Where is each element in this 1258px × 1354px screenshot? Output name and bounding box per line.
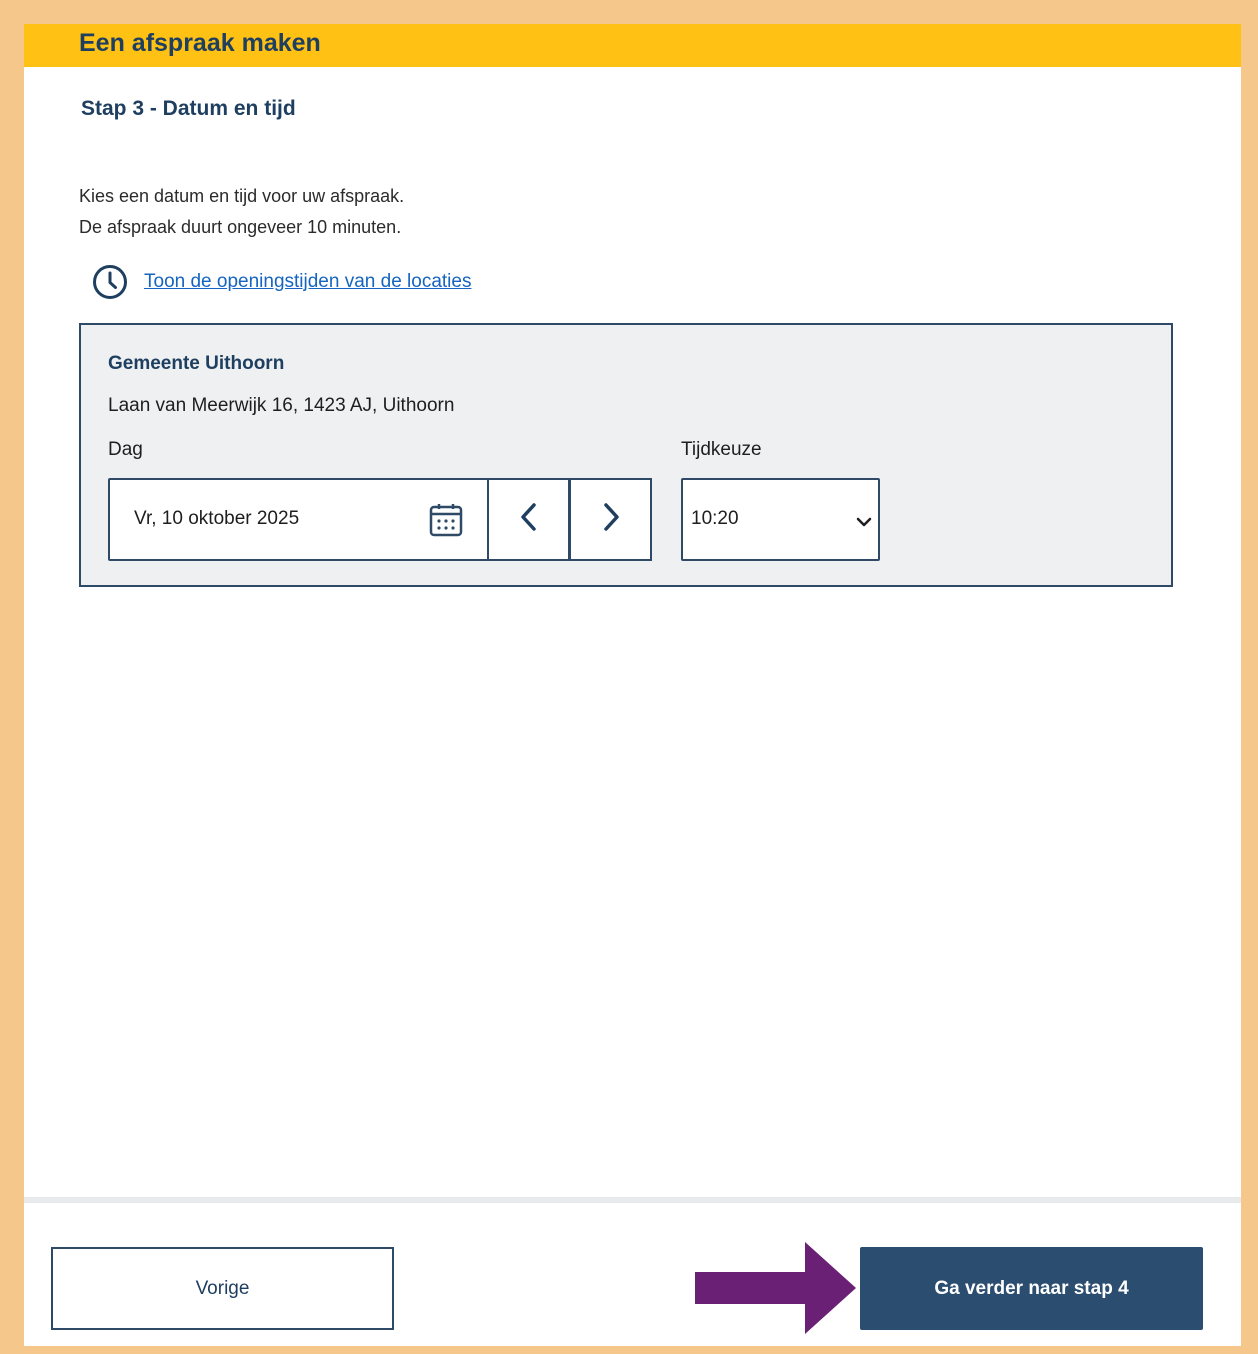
previous-button[interactable]: Vorige xyxy=(51,1247,394,1330)
date-input[interactable]: Vr, 10 oktober 2025 xyxy=(108,478,489,561)
opening-hours-link[interactable]: Toon de openingstijden van de locaties xyxy=(144,271,471,293)
date-value: Vr, 10 oktober 2025 xyxy=(134,508,300,529)
step-title: Stap 3 - Datum en tijd xyxy=(81,97,296,120)
arrow-right-icon xyxy=(693,1242,858,1339)
calendar-icon[interactable] xyxy=(428,502,464,543)
intro-line-2: De afspraak duurt ongeveer 10 minuten. xyxy=(79,217,402,237)
next-day-button[interactable] xyxy=(569,478,652,561)
clock-icon xyxy=(92,264,128,300)
time-value: 10:20 xyxy=(691,508,739,529)
continue-step-4-button[interactable]: Ga verder naar stap 4 xyxy=(860,1247,1203,1330)
day-label: Dag xyxy=(108,439,143,460)
page-frame: Een afspraak maken Stap 3 - Datum en tij… xyxy=(24,24,1241,1346)
opening-hours-row: Toon de openingstijden van de locaties xyxy=(92,264,471,300)
chevron-right-icon xyxy=(599,501,623,538)
chevron-left-icon xyxy=(517,501,541,538)
time-label: Tijdkeuze xyxy=(681,439,762,460)
location-panel: Gemeente Uithoorn Laan van Meerwijk 16, … xyxy=(79,323,1173,587)
footer-divider xyxy=(24,1197,1241,1203)
intro-text: Kies een datum en tijd voor uw afspraak.… xyxy=(79,181,404,243)
location-name: Gemeente Uithoorn xyxy=(108,353,285,374)
chevron-down-icon xyxy=(856,515,872,533)
page-title: Een afspraak maken xyxy=(79,29,321,57)
location-address: Laan van Meerwijk 16, 1423 AJ, Uithoorn xyxy=(108,395,455,416)
intro-line-1: Kies een datum en tijd voor uw afspraak. xyxy=(79,186,405,206)
time-select[interactable]: 10:20 xyxy=(681,478,880,561)
previous-day-button[interactable] xyxy=(487,478,570,561)
header-bar: Een afspraak maken xyxy=(24,24,1241,67)
